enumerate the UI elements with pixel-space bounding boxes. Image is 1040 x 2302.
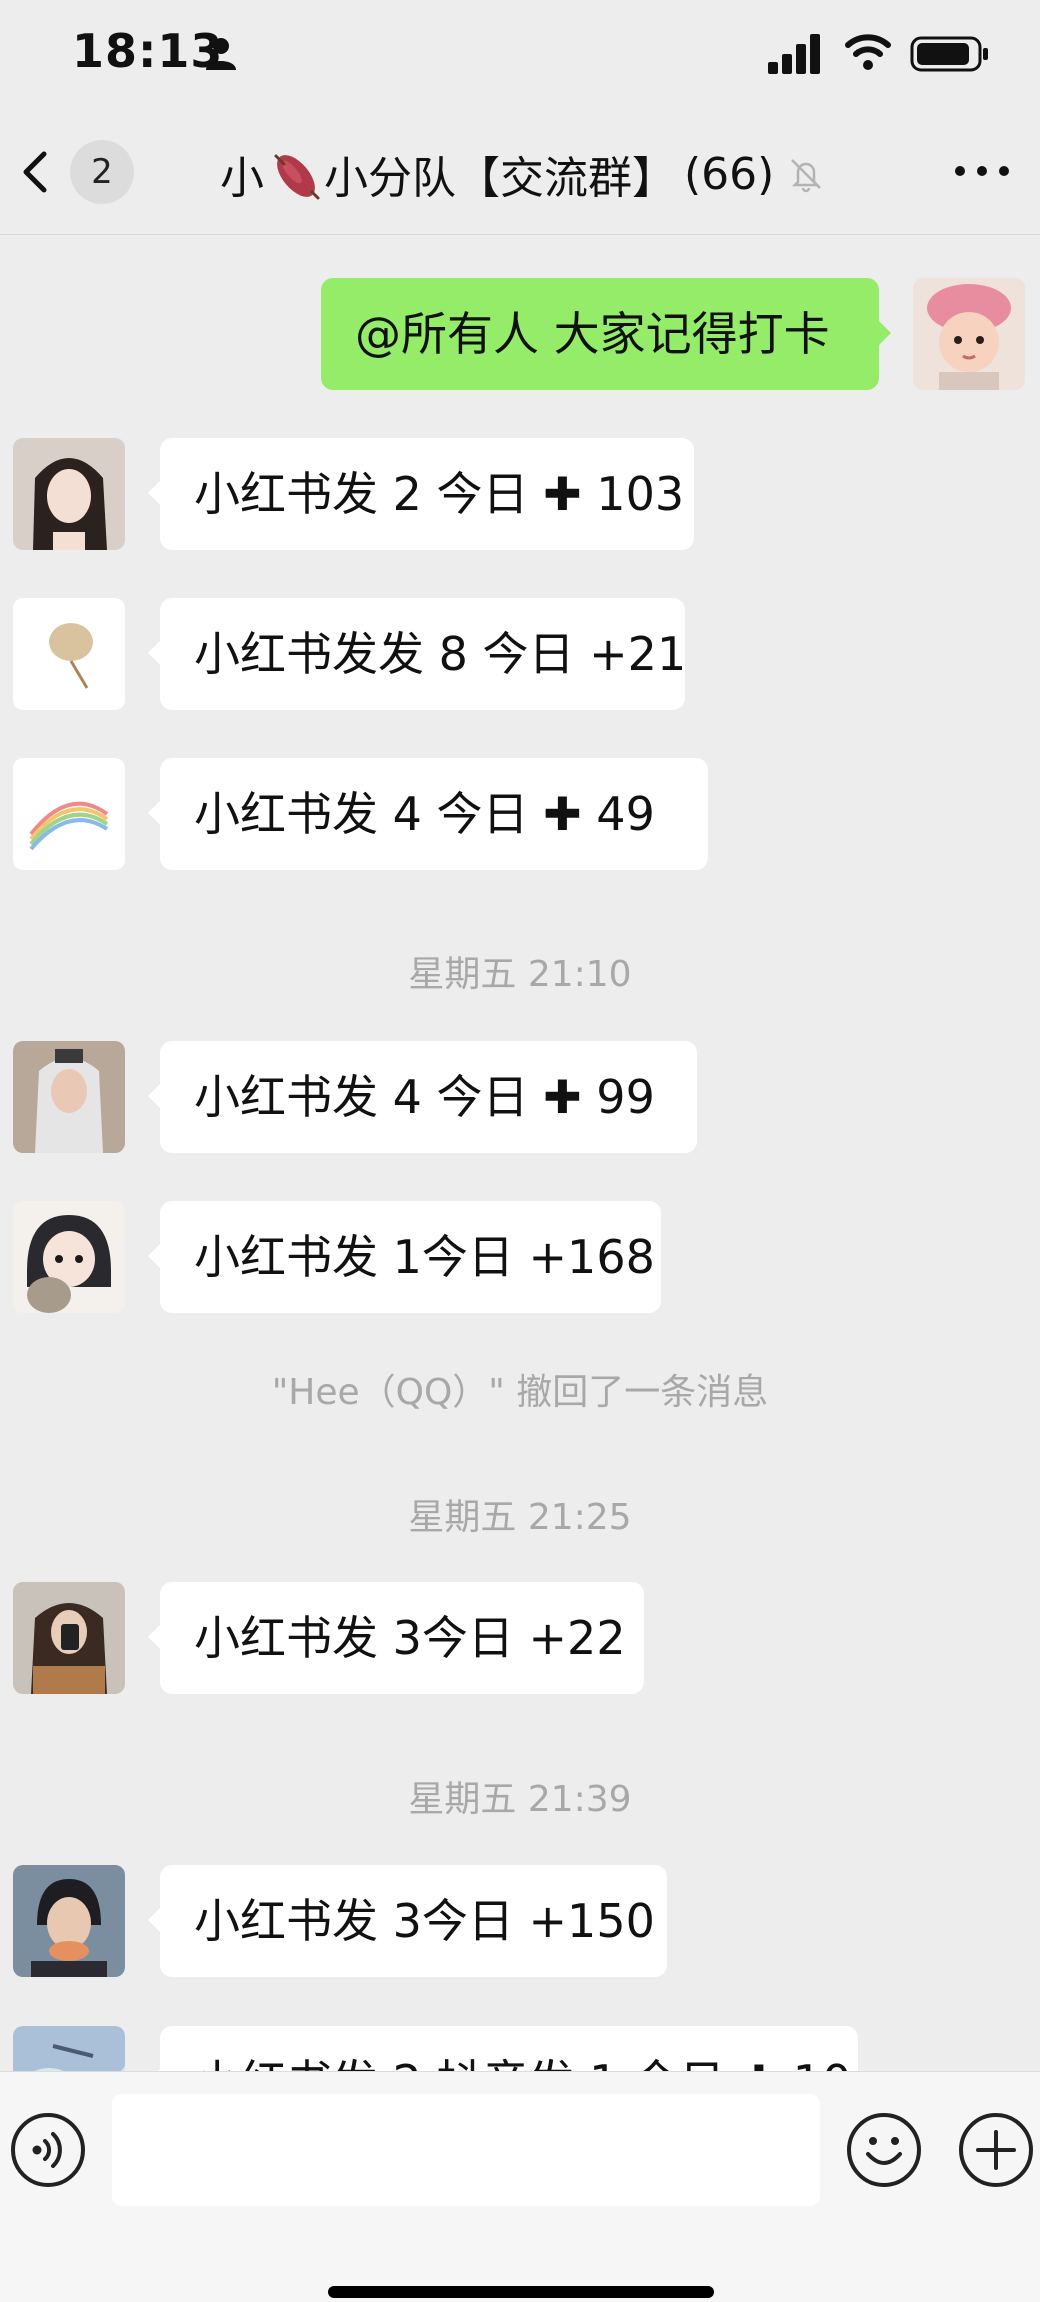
message-bubble[interactable]: 小红书发 4 今日 ✚ 49 (148, 758, 708, 870)
rainbow-avatar-image (13, 758, 125, 870)
avatar[interactable] (13, 758, 125, 870)
message-bubble[interactable]: 小红书发 2 今日 ✚ 103 (148, 438, 694, 550)
sweet-potato-emoji-icon (274, 154, 320, 200)
self-avatar[interactable] (913, 278, 1025, 390)
message-bubble[interactable]: 小红书发 1今日 +168 (148, 1201, 661, 1313)
message-text: 小红书发发 8 今日 +21 (194, 627, 687, 681)
message-list[interactable]: @所有人 大家记得打卡 小红书发 2 今日 ✚ 103 小红书发发 8 今日 +… (0, 235, 1040, 2071)
message-bubble[interactable]: 小红书发 3今日 +22 (148, 1582, 644, 1694)
chat-title[interactable]: 小 小分队【交流群】 (66) (220, 144, 826, 204)
message-text: @所有人 大家记得打卡 (355, 307, 830, 361)
back-button[interactable]: 2 (18, 140, 138, 204)
avatar[interactable] (13, 1582, 125, 1694)
home-indicator (328, 2286, 714, 2298)
avatar-image (13, 1582, 125, 1694)
recall-notice: "Hee（QQ）" 撤回了一条消息 (271, 1372, 769, 1413)
avatar-image (13, 1865, 125, 1977)
person-icon (206, 38, 236, 70)
avatar[interactable] (13, 438, 125, 550)
message-text: 小红书发 2 抖音发 1 今日 ✚ 10 (194, 2055, 851, 2071)
plus-icon[interactable] (956, 2110, 1036, 2190)
self-message-bubble[interactable]: @所有人 大家记得打卡 (321, 278, 891, 390)
message-text: 小红书发 4 今日 ✚ 99 (194, 1070, 655, 1124)
avatar[interactable] (13, 1041, 125, 1153)
message-text: 小红书发 4 今日 ✚ 49 (194, 787, 655, 841)
avatar[interactable] (13, 1865, 125, 1977)
muted-bell-icon (791, 159, 822, 193)
message-bubble[interactable]: 小红书发 2 抖音发 1 今日 ✚ 10 (148, 2026, 858, 2071)
message-text: 小红书发 3今日 +150 (194, 1894, 655, 1948)
cellular-signal-icon (768, 34, 820, 74)
emoji-icon[interactable] (844, 2110, 924, 2190)
avatar-image (13, 1041, 125, 1153)
member-count: (66) (684, 148, 775, 200)
more-options-icon[interactable] (952, 156, 1012, 186)
message-input[interactable] (112, 2094, 820, 2206)
fan-avatar-image (13, 598, 125, 710)
timestamp: 星期五 21:25 (408, 1497, 632, 1538)
chat-title-name: 小分队【交流群】 (324, 153, 676, 204)
wifi-icon (845, 34, 891, 70)
avatar-image (13, 2026, 125, 2071)
status-time: 18:13 (72, 24, 224, 78)
avatar[interactable] (13, 2026, 125, 2071)
message-input-bar (0, 2071, 1040, 2302)
timestamp: 星期五 21:10 (408, 954, 632, 995)
avatar[interactable] (13, 1201, 125, 1313)
message-text: 小红书发 3今日 +22 (194, 1611, 626, 1665)
status-bar: 18:13 (0, 0, 1040, 110)
timestamp: 星期五 21:39 (408, 1779, 632, 1820)
avatar[interactable] (13, 598, 125, 710)
unread-count-badge: 2 (70, 140, 134, 204)
avatar-image (13, 438, 125, 550)
cartoon-avatar-image (13, 1201, 125, 1313)
message-text: 小红书发 1今日 +168 (194, 1230, 655, 1284)
child-avatar-image (913, 278, 1025, 390)
message-text: 小红书发 2 今日 ✚ 103 (194, 467, 685, 521)
chevron-left-icon (23, 151, 47, 193)
message-bubble[interactable]: 小红书发 4 今日 ✚ 99 (148, 1041, 697, 1153)
message-bubble[interactable]: 小红书发 3今日 +150 (148, 1865, 667, 1977)
message-bubble[interactable]: 小红书发发 8 今日 +21 (148, 598, 687, 710)
chat-header: 2 小 小分队【交流群】 (66) (0, 110, 1040, 235)
battery-icon (910, 36, 988, 72)
chat-title-prefix: 小 (220, 153, 264, 204)
voice-input-icon[interactable] (8, 2110, 88, 2190)
